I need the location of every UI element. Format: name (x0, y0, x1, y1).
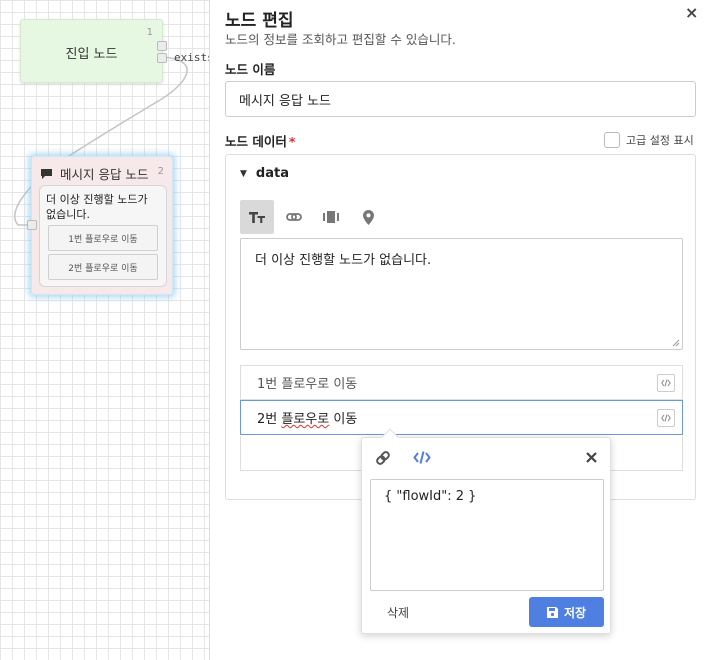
code-icon[interactable] (657, 409, 675, 427)
node-data-label-text: 노드 데이터 (225, 134, 287, 149)
data-section-header[interactable]: ▼ data (240, 166, 289, 181)
panel-subtitle: 노드의 정보를 조회하고 편집할 수 있습니다. (225, 32, 456, 47)
close-icon[interactable] (586, 452, 597, 463)
required-mark: * (288, 134, 296, 149)
resize-handle-icon[interactable] (672, 339, 680, 347)
message-text: 더 이상 진행할 노드가 없습니다. (46, 193, 148, 221)
output-port[interactable] (157, 53, 167, 63)
code-glyph (661, 379, 671, 387)
close-icon[interactable]: × (685, 3, 698, 22)
quick-reply-item-active[interactable]: 2번 플로우로 이동 (240, 400, 683, 435)
node-name-label: 노드 이름 (225, 62, 276, 77)
payload-code-value: { "flowId": 2 } (384, 489, 477, 504)
quick-reply-text: 2번 플로우로 이동 (257, 408, 357, 427)
quick-reply-chip[interactable]: 1번 플로우로 이동 (48, 225, 158, 251)
save-icon (546, 606, 558, 618)
quick-reply-chip[interactable]: 2번 플로우로 이동 (48, 254, 158, 280)
message-textarea-value: 더 이상 진행할 노드가 없습니다. (255, 253, 432, 268)
input-port[interactable] (27, 220, 37, 230)
location-icon (362, 209, 374, 225)
quick-reply-popover: { "flowId": 2 } 삭제 저장 (361, 428, 611, 634)
port-label: exists (174, 51, 210, 64)
node-title: 진입 노드 (65, 47, 118, 62)
carousel-type-tab[interactable] (314, 200, 348, 234)
code-glyph (413, 451, 431, 464)
quick-reply-text-part: 이동 (329, 412, 358, 427)
close-glyph (586, 452, 597, 463)
quick-reply-text: 1번 플로우로 이동 (257, 377, 358, 392)
panel-title: 노드 편집 (225, 11, 294, 31)
carousel-icon (323, 211, 339, 223)
payload-code-editor[interactable]: { "flowId": 2 } (370, 479, 604, 591)
node-number: 2 (157, 166, 164, 177)
data-section-title: data (255, 166, 289, 181)
node-name-input[interactable] (225, 81, 696, 117)
node-title: 메시지 응답 노드 (60, 167, 149, 182)
chat-icon (41, 168, 52, 179)
message-node-header: 메시지 응답 노드 (40, 164, 148, 183)
location-type-tab[interactable] (351, 200, 385, 234)
code-icon[interactable] (413, 450, 431, 465)
flow-canvas[interactable]: 1 진입 노드 exists 메시지 응답 노드 2 더 이상 진행할 노드가 … (0, 0, 210, 660)
node-data-label: 노드 데이터 * (225, 131, 295, 150)
link-icon[interactable] (375, 450, 391, 466)
save-button[interactable]: 저장 (529, 597, 604, 627)
advanced-checkbox[interactable] (604, 132, 620, 148)
spellcheck-word: 플로우로 (281, 412, 330, 427)
text-icon (249, 211, 265, 223)
node-number: 1 (146, 27, 153, 38)
link-type-tab[interactable] (277, 200, 311, 234)
text-type-tab[interactable] (240, 200, 274, 234)
message-node[interactable]: 메시지 응답 노드 2 더 이상 진행할 노드가 없습니다. 1번 플로우로 이… (31, 156, 173, 295)
message-textarea[interactable]: 더 이상 진행할 노드가 없습니다. (240, 238, 683, 350)
message-type-tabs (240, 200, 388, 234)
message-preview: 더 이상 진행할 노드가 없습니다. 1번 플로우로 이동 2번 플로우로 이동 (39, 185, 167, 287)
delete-button[interactable]: 삭제 (387, 604, 409, 621)
advanced-label: 고급 설정 표시 (626, 134, 694, 147)
caret-down-icon: ▼ (240, 168, 247, 179)
input-port[interactable] (157, 41, 167, 51)
entry-node[interactable]: 1 진입 노드 (20, 19, 163, 83)
code-glyph (661, 414, 671, 422)
link-icon (286, 213, 302, 221)
edge-layer (14, 56, 188, 226)
quick-reply-item[interactable]: 1번 플로우로 이동 (240, 365, 683, 400)
code-icon[interactable] (657, 374, 675, 392)
advanced-settings-toggle[interactable]: 고급 설정 표시 (604, 132, 694, 148)
save-label: 저장 (563, 605, 587, 620)
quick-reply-text-part: 2번 (257, 412, 282, 427)
link-glyph (376, 451, 390, 465)
